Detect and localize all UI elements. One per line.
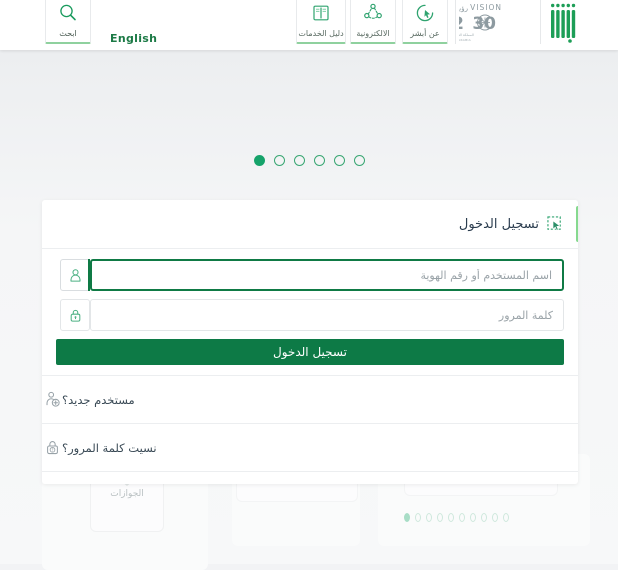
background-pager-dot-9[interactable] xyxy=(415,513,421,522)
svg-text:رؤيـــة: رؤيـــة xyxy=(459,5,468,13)
svg-text:2: 2 xyxy=(459,14,464,34)
search-icon xyxy=(58,0,78,29)
password-field-row xyxy=(56,299,564,331)
header-divider-2 xyxy=(540,0,541,44)
open-book-icon xyxy=(311,0,331,29)
background-service-label: الجوازات xyxy=(110,489,144,499)
cursor-select-icon xyxy=(547,215,564,233)
login-card: تسجيل الدخول تسجيل الدخول مستخدم جديد؟ ?… xyxy=(42,200,578,484)
nav-item-about-absher-label: عن أبشر xyxy=(410,29,440,38)
background-pager-dot-3[interactable] xyxy=(481,513,487,522)
nav-item-services-guide[interactable]: دليل الخدمات xyxy=(296,0,346,44)
vision-2030-logo: VISION رؤيـــة 2 30 المملكة العربية السع… xyxy=(459,3,502,42)
background-pager-dot-7[interactable] xyxy=(437,513,443,522)
background-pager-dot-6[interactable] xyxy=(448,513,454,522)
login-submit-button[interactable]: تسجيل الدخول xyxy=(56,339,564,365)
cursor-circle-icon xyxy=(415,0,435,29)
new-user-link[interactable]: مستخدم جديد؟ xyxy=(42,375,578,423)
background-pager-dot-5[interactable] xyxy=(459,513,465,522)
password-input[interactable] xyxy=(90,299,564,331)
background-pagination-dots[interactable] xyxy=(404,513,509,522)
login-card-footer xyxy=(42,471,578,484)
nav-item-eservices-label: الالكترونية xyxy=(356,29,390,38)
carousel-dot-1[interactable] xyxy=(353,155,365,166)
lock-question-icon: ? xyxy=(42,439,62,456)
lock-icon xyxy=(60,299,90,331)
site-header: ابحث English عن أبشر الالكترونية دليل ال… xyxy=(0,0,618,50)
forgot-password-link-label: نسيت كلمة المرور؟ xyxy=(62,440,157,455)
carousel-dot-6[interactable] xyxy=(253,155,265,166)
carousel-dot-4[interactable] xyxy=(293,155,305,166)
carousel-dot-5[interactable] xyxy=(273,155,285,166)
nav-item-about-absher[interactable]: عن أبشر xyxy=(402,0,448,44)
carousel-dot-3[interactable] xyxy=(313,155,325,166)
card-accent-bar xyxy=(576,206,578,242)
svg-text:KINGDOM OF SAUDI ARABIA: KINGDOM OF SAUDI ARABIA xyxy=(459,38,472,42)
background-pager-dot-1[interactable] xyxy=(503,513,509,522)
search-label: ابحث xyxy=(59,29,77,38)
username-input[interactable] xyxy=(90,259,564,291)
svg-text:VISION: VISION xyxy=(470,3,502,12)
svg-text:المملكة العربية السعودية: المملكة العربية السعودية xyxy=(459,33,474,37)
background-pager-dot-2[interactable] xyxy=(492,513,498,522)
background-pager-dot-4[interactable] xyxy=(470,513,476,522)
hero-carousel-dots[interactable] xyxy=(0,155,618,166)
background-pager-dot-10[interactable] xyxy=(404,513,410,522)
user-add-icon xyxy=(42,391,62,408)
absher-moi-logo xyxy=(551,3,576,43)
user-icon xyxy=(60,259,90,291)
search-button[interactable]: ابحث xyxy=(45,0,91,44)
forgot-password-link[interactable]: ? نسيت كلمة المرور؟ xyxy=(42,423,578,471)
login-card-header: تسجيل الدخول xyxy=(42,200,578,249)
login-form: تسجيل الدخول xyxy=(42,249,578,365)
login-card-title: تسجيل الدخول xyxy=(458,216,539,232)
carousel-dot-2[interactable] xyxy=(333,155,345,166)
language-toggle[interactable]: English xyxy=(110,32,157,45)
svg-text:?: ? xyxy=(51,447,53,452)
network-nodes-icon xyxy=(363,0,383,29)
nav-item-eservices[interactable]: الالكترونية xyxy=(350,0,396,44)
background-pager-dot-8[interactable] xyxy=(426,513,432,522)
username-field-row xyxy=(56,259,564,291)
header-divider-1 xyxy=(455,0,456,44)
nav-item-services-guide-label: دليل الخدمات xyxy=(298,29,344,38)
new-user-link-label: مستخدم جديد؟ xyxy=(62,392,135,407)
